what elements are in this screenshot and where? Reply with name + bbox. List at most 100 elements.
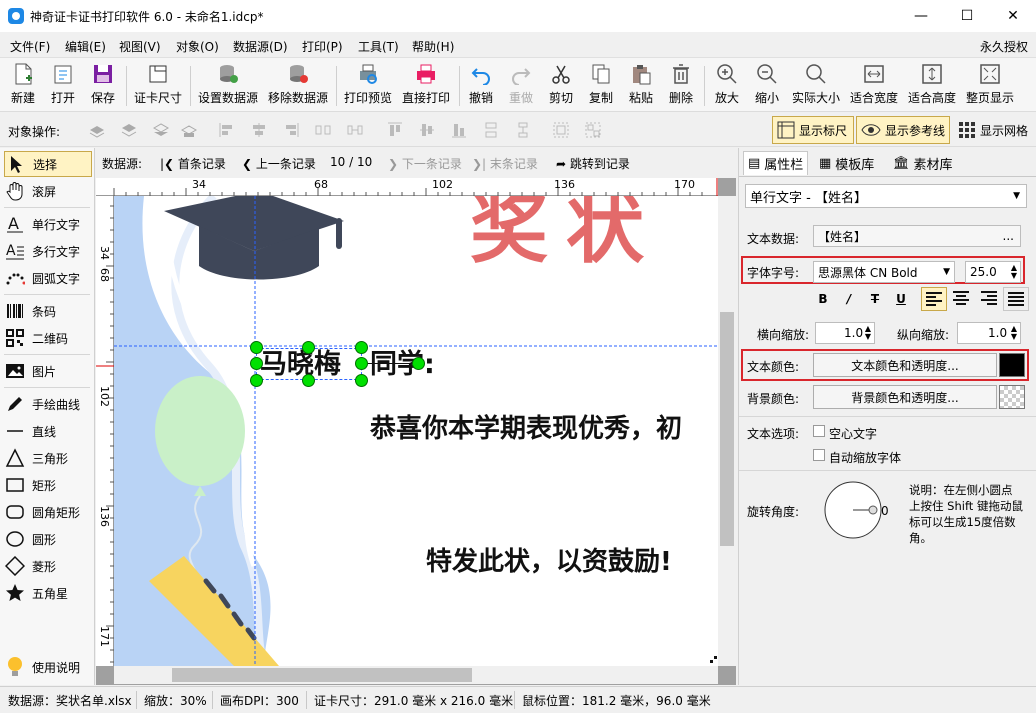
prev-record-button[interactable]: ❮ 上一条记录 xyxy=(242,155,316,172)
ungroup-icon[interactable] xyxy=(584,121,602,139)
actual-size-button[interactable]: 实际大小 xyxy=(790,62,842,108)
remove-datasource-button[interactable]: 移除数据源 xyxy=(266,62,330,108)
underline-button[interactable]: U xyxy=(891,289,911,309)
resize-handle[interactable] xyxy=(250,357,263,370)
align-right-button[interactable] xyxy=(977,287,1003,311)
close-button[interactable]: ✕ xyxy=(990,0,1036,32)
full-page-button[interactable]: 整页显示 xyxy=(964,62,1016,108)
save-button[interactable]: 保存 xyxy=(88,62,118,108)
zoom-in-button[interactable]: 放大 xyxy=(712,62,742,108)
menu-print[interactable]: 打印(P) xyxy=(302,38,343,55)
tool-multi-line-text[interactable]: A 多行文字 xyxy=(4,238,92,264)
same-height-icon[interactable] xyxy=(514,121,532,139)
text-data-field[interactable]: 【姓名】 ... xyxy=(813,225,1021,247)
text-data-more-button[interactable]: ... xyxy=(1003,229,1014,243)
horizontal-scroll-thumb[interactable] xyxy=(172,668,472,682)
copy-button[interactable]: 复制 xyxy=(586,62,616,108)
show-guides-toggle[interactable]: 显示参考线 xyxy=(856,116,950,144)
auto-scale-checkbox[interactable] xyxy=(813,449,825,461)
bold-button[interactable]: B xyxy=(813,289,833,309)
resize-handle[interactable] xyxy=(355,357,368,370)
tool-image[interactable]: 图片 xyxy=(4,358,92,384)
align-center-icon[interactable] xyxy=(250,121,268,139)
paste-button[interactable]: 粘贴 xyxy=(626,62,656,108)
tab-properties[interactable]: ▤ 属性栏 xyxy=(743,151,809,175)
resize-handle[interactable] xyxy=(302,341,315,354)
tool-rectangle[interactable]: 矩形 xyxy=(4,472,92,498)
align-left-button[interactable] xyxy=(921,287,947,311)
vertical-scroll-thumb[interactable] xyxy=(720,312,734,546)
fit-width-button[interactable]: 适合宽度 xyxy=(848,62,900,108)
open-button[interactable]: 打开 xyxy=(48,62,78,108)
distribute-h-icon[interactable] xyxy=(314,121,332,139)
group-icon[interactable] xyxy=(552,121,570,139)
tool-barcode[interactable]: 条码 xyxy=(4,298,92,324)
distribute-v-icon[interactable] xyxy=(482,121,500,139)
delete-button[interactable]: 删除 xyxy=(666,62,696,108)
new-button[interactable]: 新建 xyxy=(8,62,38,108)
menu-object[interactable]: 对象(O) xyxy=(176,38,219,55)
menu-file[interactable]: 文件(F) xyxy=(10,38,50,55)
align-center-button[interactable] xyxy=(949,287,975,311)
tool-rounded-rectangle[interactable]: 圆角矩形 xyxy=(4,499,92,525)
tool-freehand[interactable]: 手绘曲线 xyxy=(4,391,92,417)
tool-qrcode[interactable]: 二维码 xyxy=(4,325,92,351)
menu-tools[interactable]: 工具(T) xyxy=(358,38,399,55)
resize-handle[interactable] xyxy=(250,374,263,387)
strikethrough-button[interactable]: T xyxy=(865,289,885,309)
fit-height-button[interactable]: 适合高度 xyxy=(906,62,958,108)
bg-color-swatch[interactable] xyxy=(999,385,1025,409)
align-right-icon[interactable] xyxy=(282,121,300,139)
next-record-button[interactable]: ❯ 下一条记录 xyxy=(388,155,462,172)
tool-select[interactable]: 选择 xyxy=(4,151,92,177)
rotation-handle[interactable] xyxy=(412,357,425,370)
tool-pan[interactable]: 滚屏 xyxy=(4,178,92,204)
tool-single-line-text[interactable]: A 单行文字 xyxy=(4,211,92,237)
italic-button[interactable]: / xyxy=(839,289,859,309)
font-size-stepper[interactable]: 25.0 ▲ ▼ xyxy=(965,261,1021,283)
menu-help[interactable]: 帮助(H) xyxy=(412,38,454,55)
align-top-icon[interactable] xyxy=(386,121,404,139)
bring-forward-icon[interactable] xyxy=(120,121,138,139)
horizontal-scrollbar[interactable] xyxy=(114,666,718,684)
tab-templates[interactable]: ▦ 模板库 xyxy=(815,151,878,175)
tool-line[interactable]: 直线 xyxy=(4,418,92,444)
certificate-canvas[interactable]: 奖状 马晓梅 同学: 恭喜你本学期表现优秀，初 特发此状，以资鼓励! xyxy=(114,196,718,666)
print-preview-button[interactable]: 打印预览 xyxy=(342,62,394,108)
show-ruler-toggle[interactable]: 显示标尺 xyxy=(772,116,854,144)
last-record-button[interactable]: ❯| 末条记录 xyxy=(472,155,538,172)
cut-button[interactable]: 剪切 xyxy=(546,62,576,108)
vscale-stepper[interactable]: 1.0 ▲ ▼ xyxy=(957,322,1021,344)
same-width-icon[interactable] xyxy=(346,121,364,139)
text-color-button[interactable]: 文本颜色和透明度... xyxy=(813,353,997,377)
jump-record-button[interactable]: ➦ 跳转到记录 xyxy=(556,155,630,172)
menu-datasource[interactable]: 数据源(D) xyxy=(233,38,288,55)
text-color-swatch[interactable] xyxy=(999,353,1025,377)
font-family-select[interactable]: 思源黑体 CN Bold ▼ xyxy=(813,261,955,283)
bg-color-button[interactable]: 背景颜色和透明度... xyxy=(813,385,997,409)
minimize-button[interactable]: — xyxy=(898,0,944,32)
resize-handle[interactable] xyxy=(250,341,263,354)
maximize-button[interactable]: ☐ xyxy=(944,0,990,32)
direct-print-button[interactable]: 直接打印 xyxy=(400,62,452,108)
send-back-icon[interactable] xyxy=(180,121,198,139)
bring-front-icon[interactable] xyxy=(88,121,106,139)
resize-handle[interactable] xyxy=(355,374,368,387)
menu-edit[interactable]: 编辑(E) xyxy=(65,38,106,55)
set-datasource-button[interactable]: 设置数据源 xyxy=(196,62,260,108)
tool-triangle[interactable]: 三角形 xyxy=(4,445,92,471)
help-button[interactable]: 使用说明 xyxy=(4,654,92,680)
tool-star[interactable]: 五角星 xyxy=(4,580,92,606)
show-grid-toggle[interactable]: 显示网格 xyxy=(954,116,1034,144)
hscale-stepper[interactable]: 1.0 ▲ ▼ xyxy=(815,322,875,344)
tool-circle[interactable]: 圆形 xyxy=(4,526,92,552)
resize-handle[interactable] xyxy=(355,341,368,354)
object-select[interactable]: 单行文字 - 【姓名】 ▼ xyxy=(745,184,1027,208)
tool-arc-text[interactable]: 圆弧文字 xyxy=(4,265,92,291)
undo-button[interactable]: 撤销 xyxy=(466,62,496,108)
first-record-button[interactable]: |❮ 首条记录 xyxy=(160,155,226,172)
hollow-text-checkbox[interactable] xyxy=(813,425,825,437)
send-backward-icon[interactable] xyxy=(152,121,170,139)
vertical-scrollbar[interactable] xyxy=(718,196,736,666)
tool-diamond[interactable]: 菱形 xyxy=(4,553,92,579)
